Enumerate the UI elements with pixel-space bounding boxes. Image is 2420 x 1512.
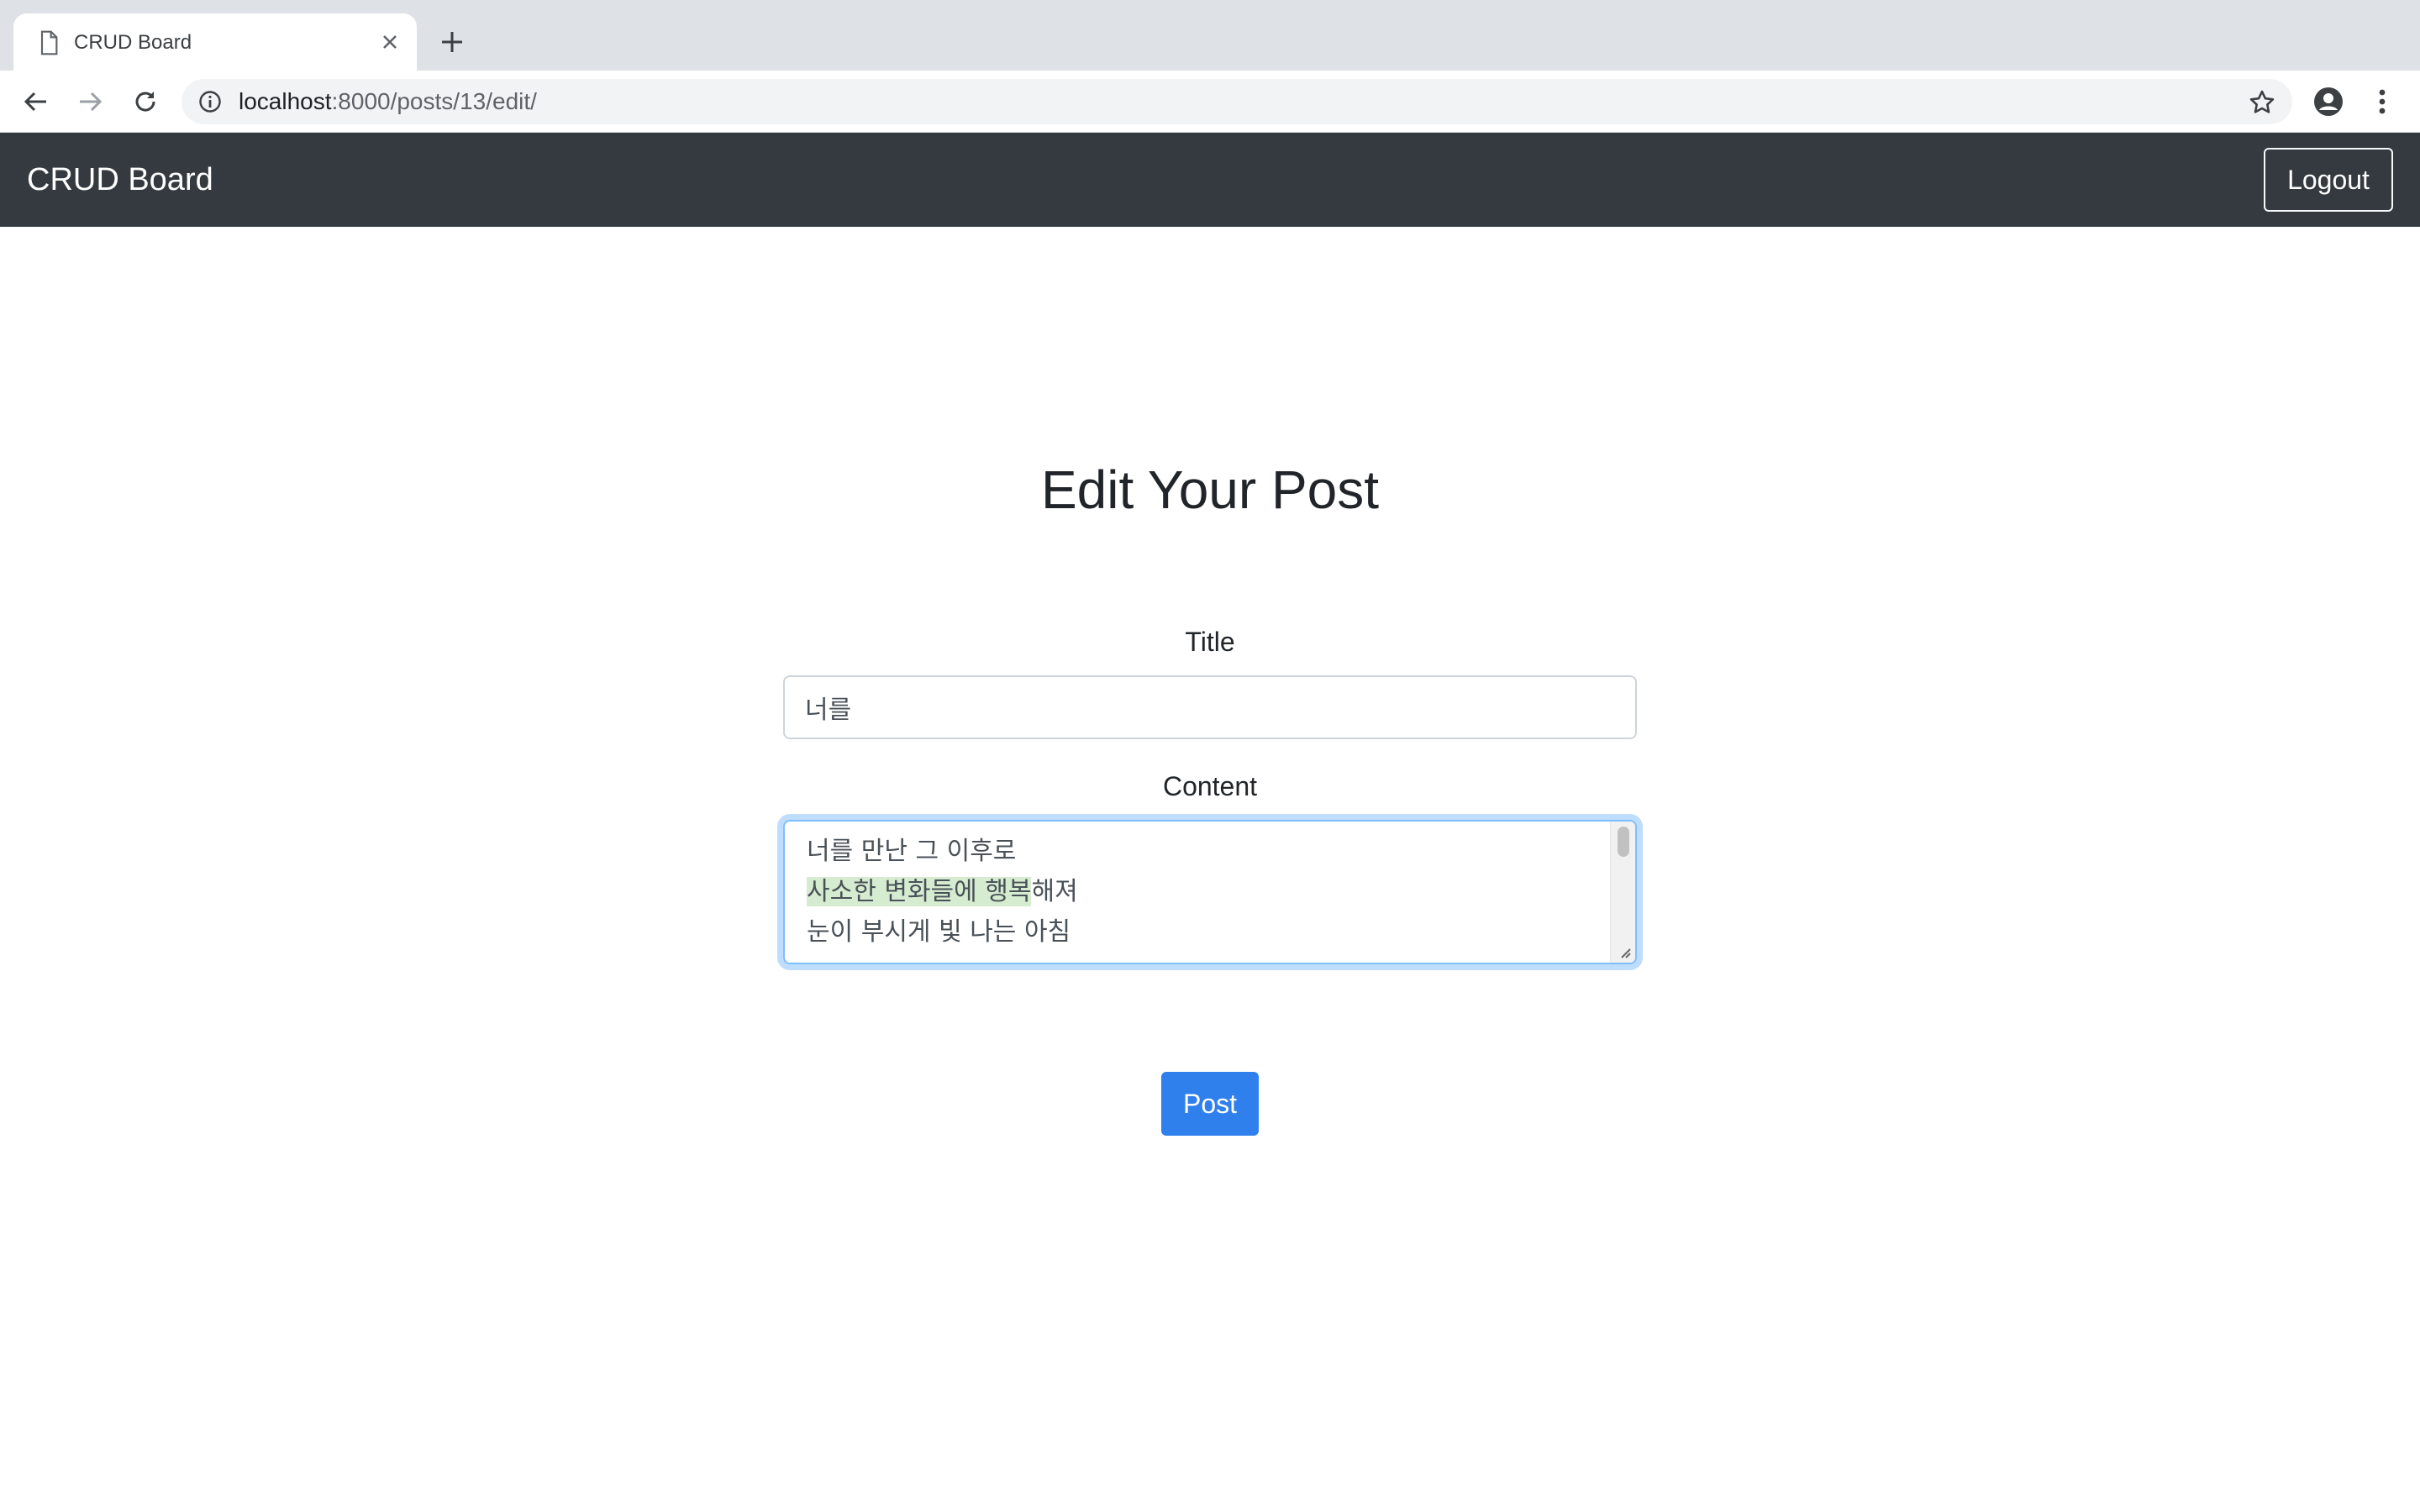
url-path: :8000/posts/13/edit/ — [331, 88, 537, 114]
reload-icon — [135, 92, 155, 112]
textarea-scrollbar[interactable] — [1610, 822, 1635, 963]
account-button[interactable] — [2311, 84, 2346, 119]
post-button[interactable]: Post — [1161, 1072, 1259, 1136]
title-input[interactable] — [783, 675, 1637, 739]
close-tab-button[interactable] — [375, 27, 405, 57]
url-text: localhost:8000/posts/13/edit/ — [239, 79, 537, 124]
app-navbar: CRUD Board Logout — [0, 133, 2420, 227]
menu-button[interactable] — [2365, 84, 2400, 119]
content-line-rest: 해져 — [1031, 877, 1078, 906]
url-host: localhost — [239, 88, 332, 114]
content-textarea[interactable]: 너를 만난 그 이후로사소한 변화들에 행복해져눈이 부시게 빛 나는 아침 — [783, 820, 1637, 964]
browser-tab-strip: CRUD Board — [0, 0, 2420, 71]
address-bar[interactable]: localhost:8000/posts/13/edit/ — [182, 79, 2292, 124]
more-vert-icon — [2379, 89, 2386, 114]
tab-title: CRUD Board — [74, 31, 192, 54]
logout-button[interactable]: Logout — [2264, 148, 2393, 212]
highlighted-text: 사소한 변화들에 행복 — [807, 877, 1032, 906]
content-line: 사소한 변화들에 행복해져 — [807, 872, 1602, 912]
back-icon — [24, 92, 46, 112]
close-icon — [383, 35, 397, 49]
content-line: 너를 만난 그 이후로 — [807, 837, 1017, 866]
info-icon[interactable] — [198, 90, 222, 113]
browser-toolbar: localhost:8000/posts/13/edit/ — [0, 71, 2420, 133]
plus-icon — [442, 32, 462, 52]
page-title: Edit Your Post — [1040, 459, 1380, 520]
browser-tab[interactable]: CRUD Board — [13, 13, 417, 71]
content-label: Content — [1162, 771, 1258, 801]
navbar-brand[interactable]: CRUD Board — [27, 133, 213, 227]
account-icon — [2314, 87, 2343, 116]
forward-button[interactable] — [72, 84, 108, 119]
star-icon[interactable] — [2249, 89, 2275, 116]
title-label: Title — [1185, 627, 1235, 657]
scrollbar-thumb[interactable] — [1618, 827, 1629, 857]
reload-button[interactable] — [128, 84, 163, 119]
forward-icon — [80, 92, 103, 112]
new-tab-button[interactable] — [435, 25, 469, 59]
back-button[interactable] — [18, 84, 54, 119]
resize-grip-icon[interactable] — [1617, 944, 1632, 959]
page-icon — [40, 30, 58, 55]
content-line: 눈이 부시게 빛 나는 아침 — [807, 917, 1071, 947]
content-text[interactable]: 너를 만난 그 이후로사소한 변화들에 행복해져눈이 부시게 빛 나는 아침 — [807, 832, 1602, 953]
